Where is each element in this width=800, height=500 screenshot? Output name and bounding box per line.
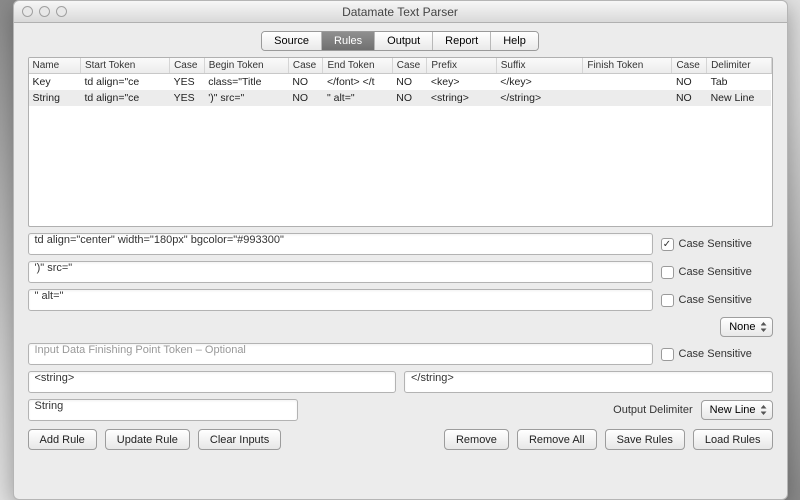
case-start-checkbox[interactable]	[661, 238, 674, 251]
case-begin-label: Case Sensitive	[679, 266, 752, 278]
table-body: Keytd align="ceYESclass="TitleNO</font> …	[29, 74, 772, 107]
table-cell: td align="ce	[80, 74, 169, 91]
name-input[interactable]: String	[28, 399, 298, 421]
add-rule-button[interactable]: Add Rule	[28, 429, 97, 450]
table-cell	[583, 90, 672, 106]
table-cell: ')" src="	[204, 90, 288, 106]
tab-output[interactable]: Output	[375, 32, 433, 50]
close-icon[interactable]	[22, 6, 33, 17]
table-cell: YES	[170, 74, 205, 91]
remove-button[interactable]: Remove	[444, 429, 509, 450]
suffix-input[interactable]: </string>	[404, 371, 773, 393]
case-begin-checkbox[interactable]	[661, 266, 674, 279]
table-cell	[583, 74, 672, 91]
case-end-checkbox[interactable]	[661, 294, 674, 307]
table-cell: NO	[672, 74, 707, 91]
table-cell: class="Title	[204, 74, 288, 91]
column-header[interactable]: Suffix	[496, 58, 583, 74]
table-row[interactable]: Keytd align="ceYESclass="TitleNO</font> …	[29, 74, 772, 91]
table-cell: Key	[29, 74, 81, 91]
table-cell: String	[29, 90, 81, 106]
column-header[interactable]: Case	[288, 58, 323, 74]
zoom-icon[interactable]	[56, 6, 67, 17]
tab-report[interactable]: Report	[433, 32, 491, 50]
table-cell: NO	[392, 74, 427, 91]
begin-token-input[interactable]: ')" src="	[28, 261, 653, 283]
case-finish-label: Case Sensitive	[679, 348, 752, 360]
table-cell: Tab	[707, 74, 771, 91]
start-token-input[interactable]: td align="center" width="180px" bgcolor=…	[28, 233, 653, 255]
table-cell: </font> </t	[323, 74, 392, 91]
prefix-input[interactable]: <string>	[28, 371, 397, 393]
table-cell: " alt="	[323, 90, 392, 106]
remove-all-button[interactable]: Remove All	[517, 429, 597, 450]
column-header[interactable]: Prefix	[427, 58, 496, 74]
table-row[interactable]: Stringtd align="ceYES')" src="NO" alt="N…	[29, 90, 772, 106]
output-delimiter-label: Output Delimiter	[613, 404, 692, 416]
segmented-tabs: Source Rules Output Report Help	[261, 31, 539, 51]
case-finish-checkbox[interactable]	[661, 348, 674, 361]
column-header[interactable]: Case	[170, 58, 205, 74]
column-header[interactable]: Finish Token	[583, 58, 672, 74]
tab-help[interactable]: Help	[491, 32, 538, 50]
table-cell: td align="ce	[80, 90, 169, 106]
rules-table[interactable]: NameStart TokenCaseBegin TokenCaseEnd To…	[28, 57, 773, 227]
update-rule-button[interactable]: Update Rule	[105, 429, 190, 450]
window-controls	[14, 6, 67, 17]
table-cell: <key>	[427, 74, 496, 91]
end-token-input[interactable]: " alt="	[28, 289, 653, 311]
case-end-label: Case Sensitive	[679, 294, 752, 306]
column-header[interactable]: End Token	[323, 58, 392, 74]
none-select[interactable]: None	[720, 317, 772, 337]
case-start-label: Case Sensitive	[679, 238, 752, 250]
tab-bar: Source Rules Output Report Help	[14, 23, 787, 57]
table-header: NameStart TokenCaseBegin TokenCaseEnd To…	[29, 58, 772, 74]
output-delimiter-select[interactable]: New Line	[701, 400, 773, 420]
column-header[interactable]: Name	[29, 58, 81, 74]
table-cell: </string>	[496, 90, 583, 106]
table-cell: NO	[288, 74, 323, 91]
save-rules-button[interactable]: Save Rules	[605, 429, 685, 450]
tab-source[interactable]: Source	[262, 32, 322, 50]
column-header[interactable]: Case	[672, 58, 707, 74]
window-title: Datamate Text Parser	[14, 5, 787, 19]
content-area: NameStart TokenCaseBegin TokenCaseEnd To…	[14, 57, 787, 499]
table-cell: New Line	[707, 90, 771, 106]
column-header[interactable]: Delimiter	[707, 58, 771, 74]
table-cell: NO	[392, 90, 427, 106]
app-window: Datamate Text Parser Source Rules Output…	[13, 0, 788, 500]
column-header[interactable]: Case	[392, 58, 427, 74]
table-cell: <string>	[427, 90, 496, 106]
minimize-icon[interactable]	[39, 6, 50, 17]
table-cell: NO	[672, 90, 707, 106]
column-header[interactable]: Begin Token	[204, 58, 288, 74]
action-buttons: Add Rule Update Rule Clear Inputs Remove…	[28, 427, 773, 450]
table-cell: YES	[170, 90, 205, 106]
column-header[interactable]: Start Token	[80, 58, 169, 74]
tab-rules[interactable]: Rules	[322, 32, 375, 50]
titlebar: Datamate Text Parser	[14, 1, 787, 23]
table-cell: </key>	[496, 74, 583, 91]
table-cell: NO	[288, 90, 323, 106]
clear-inputs-button[interactable]: Clear Inputs	[198, 429, 281, 450]
load-rules-button[interactable]: Load Rules	[693, 429, 773, 450]
finish-token-input[interactable]: Input Data Finishing Point Token – Optio…	[28, 343, 653, 365]
